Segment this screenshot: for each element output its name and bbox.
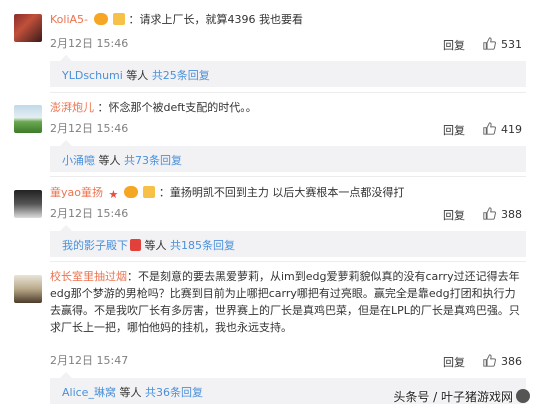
- sub-reply-count[interactable]: 共185条回复: [170, 239, 235, 252]
- watermark: 头条号 / 叶子猪游戏网: [393, 388, 530, 405]
- reply-button[interactable]: 回复: [443, 354, 465, 370]
- reply-button[interactable]: 回复: [443, 122, 465, 138]
- sub-reply-user[interactable]: 小涌噫: [62, 154, 95, 167]
- comment-date: 2月12日 15:46: [50, 207, 129, 220]
- like-count: 531: [501, 38, 522, 51]
- comment-text: ：怀念那个被deft支配的时代。。: [97, 101, 257, 114]
- thumb-up-icon: [483, 207, 496, 220]
- sub-reply-mid: 等人: [115, 386, 145, 399]
- comment-date: 2月12日 15:47: [50, 354, 129, 367]
- avatar[interactable]: [14, 190, 42, 218]
- red-envelope-icon: [130, 239, 141, 251]
- sub-reply-mid: 等人: [95, 154, 124, 167]
- like-button[interactable]: 388: [483, 207, 522, 221]
- avatar[interactable]: [14, 14, 42, 42]
- caret: [60, 225, 72, 231]
- avatar[interactable]: [14, 275, 42, 303]
- sub-replies[interactable]: 小涌噫 等人 共73条回复: [50, 140, 526, 172]
- comment-text: ：童扬明凯不回到主力 以后大赛根本一点都没得打: [158, 186, 405, 199]
- sub-reply-mid: 等人: [122, 69, 152, 82]
- vip-badge-icon: [93, 13, 108, 25]
- username[interactable]: 澎湃炮儿: [50, 101, 94, 114]
- sub-reply-user[interactable]: YLDschumi: [62, 69, 123, 82]
- caret: [60, 372, 72, 378]
- like-count: 388: [501, 208, 522, 221]
- thumb-up-icon: [483, 354, 496, 367]
- sub-replies[interactable]: 我的影子殿下 等人 共185条回复: [50, 225, 526, 257]
- watermark-text: 头条号 / 叶子猪游戏网: [393, 390, 513, 404]
- divider: [50, 92, 526, 93]
- like-button[interactable]: 531: [483, 37, 522, 51]
- vip-badge-icon: [123, 186, 138, 198]
- comment-date: 2月12日 15:46: [50, 122, 129, 135]
- username[interactable]: KoliA5-: [50, 13, 88, 26]
- sub-reply-count[interactable]: 共36条回复: [145, 386, 203, 399]
- caret: [60, 55, 72, 61]
- thumb-up-icon: [483, 37, 496, 50]
- username[interactable]: 校长室里抽过烟: [50, 270, 127, 283]
- username[interactable]: 童yao童扬: [50, 186, 103, 199]
- caret: [60, 140, 72, 146]
- comment-date: 2月12日 15:46: [50, 37, 129, 50]
- divider: [50, 261, 526, 262]
- sub-replies[interactable]: YLDschumi 等人 共25条回复: [50, 55, 526, 87]
- comment-text: ：请求上厂长，就算4396 我也要看: [128, 13, 304, 26]
- thumb-up-icon: [483, 122, 496, 135]
- sub-reply-user[interactable]: 我的影子殿下: [62, 239, 128, 252]
- sub-reply-count[interactable]: 共25条回复: [152, 69, 210, 82]
- sub-reply-count[interactable]: 共73条回复: [124, 154, 182, 167]
- like-count: 419: [501, 123, 522, 136]
- reply-button[interactable]: 回复: [443, 207, 465, 223]
- sub-reply-mid: 等人: [141, 239, 170, 252]
- like-count: 386: [501, 355, 522, 368]
- divider: [50, 176, 526, 177]
- reply-button[interactable]: 回复: [443, 37, 465, 53]
- like-button[interactable]: 386: [483, 354, 522, 368]
- star-badge-icon: ★: [108, 188, 119, 201]
- level-badge-icon: [143, 186, 156, 198]
- avatar[interactable]: [14, 105, 42, 133]
- level-badge-icon: [113, 13, 126, 25]
- like-button[interactable]: 419: [483, 122, 522, 136]
- sub-reply-user[interactable]: Alice_琳窝: [62, 386, 116, 399]
- watermark-logo-icon: [516, 389, 530, 403]
